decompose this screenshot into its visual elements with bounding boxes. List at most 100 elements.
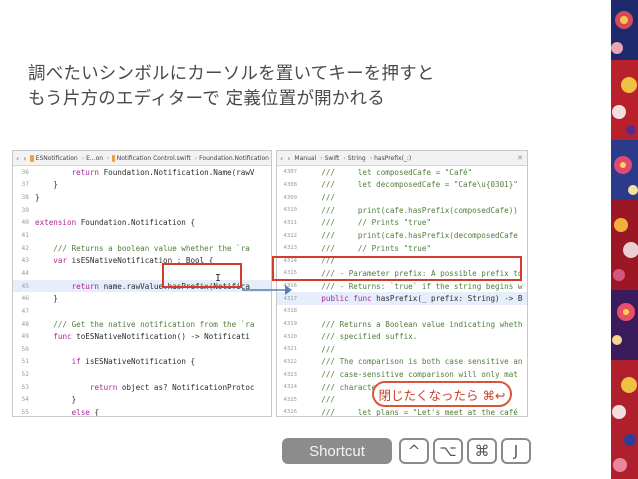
code-line[interactable]: 46 }	[13, 292, 271, 305]
right-editor-pane[interactable]: ‹ › Manual › Swift › String › hasPrefix(…	[276, 150, 528, 417]
code-line[interactable]: 4310 /// print(cafe.hasPrefix(composedCa…	[277, 204, 527, 217]
code-line[interactable]: 4318	[277, 305, 527, 318]
code-text[interactable]: var isESNativeNotification : Bool {	[35, 256, 213, 265]
code-text[interactable]: ///	[303, 193, 335, 202]
code-text[interactable]: /// Returns a Boolean value indicating w…	[303, 320, 522, 329]
code-line[interactable]: 4326 /// let plans = "Let's meet at the …	[277, 406, 527, 416]
back-chevron-icon[interactable]: ‹	[16, 154, 19, 163]
code-text[interactable]: /// let decomposedCafe = "Cafe\u{0301}"	[303, 180, 518, 189]
breadcrumb-item[interactable]: Foundation.Notification	[199, 155, 269, 162]
code-line[interactable]: 41	[13, 229, 271, 242]
breadcrumb-item[interactable]: ESNotification	[36, 155, 78, 162]
line-number: 41	[21, 232, 29, 240]
code-text[interactable]: return Foundation.Notification.Name(rawV	[35, 168, 255, 177]
left-code-area[interactable]: 36 return Foundation.Notification.Name(r…	[13, 166, 271, 416]
code-text[interactable]: func toESNativeNotification() -> Notific…	[35, 332, 250, 341]
code-text[interactable]: if isESNativeNotification {	[35, 357, 195, 366]
back-chevron-icon[interactable]: ‹	[280, 154, 283, 163]
code-text[interactable]: /// Returns a boolean value whether the …	[35, 244, 250, 253]
code-text[interactable]: }	[35, 294, 58, 303]
code-line[interactable]: 50	[13, 343, 271, 356]
code-text[interactable]: }	[35, 180, 58, 189]
line-number: 4317	[283, 295, 297, 302]
line-number: 4318	[283, 308, 297, 315]
line-number: 4309	[283, 194, 297, 201]
code-text[interactable]: /// let plans = "Let's meet at the café	[303, 408, 518, 416]
code-text[interactable]: /// case-sensitive comparison will only …	[303, 370, 518, 379]
code-line[interactable]: 4315 /// - Parameter prefix: A possible …	[277, 267, 527, 280]
code-line[interactable]: 37 }	[13, 179, 271, 192]
forward-chevron-icon[interactable]: ›	[287, 154, 290, 163]
code-line[interactable]: 44	[13, 267, 271, 280]
breadcrumb-item[interactable]: E...on	[86, 155, 103, 162]
code-line[interactable]: 4314 ///	[277, 254, 527, 267]
code-text[interactable]: /// Get the native notification from the…	[35, 320, 254, 329]
code-text[interactable]: /// // Prints "true"	[303, 244, 431, 253]
code-line[interactable]: 4317 public func hasPrefix(_ prefix: Str…	[277, 292, 527, 306]
right-code-area[interactable]: 4307 /// let composedCafe = "Café" 4308 /…	[277, 166, 527, 416]
code-text[interactable]: ///	[303, 395, 335, 404]
code-text[interactable]: return object as? NotificationProtoc	[35, 383, 255, 392]
breadcrumb-item[interactable]: Manual	[294, 155, 316, 162]
code-text[interactable]: else {	[35, 408, 99, 416]
code-line[interactable]: 53 return object as? NotificationProtoc	[13, 381, 271, 394]
breadcrumb-item[interactable]: hasPrefix(_:)	[374, 155, 411, 162]
swift-file-icon	[30, 154, 34, 162]
code-line[interactable]: 55 else {	[13, 406, 271, 416]
code-line[interactable]: 39	[13, 204, 271, 217]
code-text[interactable]: public func hasPrefix(_ prefix: String) …	[303, 294, 522, 303]
code-line[interactable]: 4319 /// Returns a Boolean value indicat…	[277, 318, 527, 331]
code-line[interactable]: 36 return Foundation.Notification.Name(r…	[13, 166, 271, 179]
code-line[interactable]: 38}	[13, 191, 271, 204]
code-line[interactable]: 51 if isESNativeNotification {	[13, 356, 271, 369]
code-text[interactable]: /// // Prints "true"	[303, 218, 431, 227]
code-text[interactable]: /// print(cafe.hasPrefix(decomposedCafe	[303, 231, 518, 240]
line-number: 4320	[283, 333, 297, 340]
code-line[interactable]: 54 }	[13, 394, 271, 407]
code-line[interactable]: 4312 /// print(cafe.hasPrefix(decomposed…	[277, 229, 527, 242]
line-number: 52	[21, 371, 29, 379]
line-number: 4323	[283, 371, 297, 378]
line-number: 51	[21, 358, 29, 366]
forward-chevron-icon[interactable]: ›	[23, 154, 26, 163]
code-line[interactable]: 43 var isESNativeNotification : Bool {	[13, 254, 271, 267]
code-line[interactable]: 49 func toESNativeNotification() -> Noti…	[13, 330, 271, 343]
code-text[interactable]: }	[35, 193, 40, 202]
breadcrumb-item[interactable]: Notification Control.swift	[117, 155, 191, 162]
line-number: 54	[21, 396, 29, 404]
code-line[interactable]: 52	[13, 368, 271, 381]
code-text[interactable]: /// let composedCafe = "Café"	[303, 168, 472, 177]
code-line[interactable]: 4323 /// case-sensitive comparison will …	[277, 368, 527, 381]
code-line[interactable]: 4308 /// let decomposedCafe = "Cafe\u{03…	[277, 179, 527, 192]
code-line[interactable]: 4322 /// The comparison is both case sen…	[277, 356, 527, 369]
breadcrumb-item[interactable]: Swift	[325, 155, 340, 162]
code-text[interactable]: ///	[303, 256, 335, 265]
code-line[interactable]: 40 extension Foundation.Notification {	[13, 217, 271, 230]
decorative-pattern-strip	[611, 0, 638, 479]
code-line[interactable]: 4320 /// specified suffix.	[277, 330, 527, 343]
line-number: 50	[21, 345, 29, 353]
code-text[interactable]: /// print(cafe.hasPrefix(composedCafe))	[303, 206, 518, 215]
breadcrumb-item[interactable]: String	[348, 155, 366, 162]
code-line[interactable]: 4321 ///	[277, 343, 527, 356]
code-line[interactable]: 47	[13, 305, 271, 318]
code-line[interactable]: 48 /// Get the native notification from …	[13, 318, 271, 331]
code-text[interactable]: }	[35, 395, 77, 404]
code-text[interactable]: extension Foundation.Notification {	[35, 218, 195, 227]
code-text[interactable]: /// The comparison is both case sensitiv…	[303, 357, 522, 366]
close-editor-icon[interactable]: ✕	[517, 154, 523, 162]
code-line[interactable]: 4313 /// // Prints "true"	[277, 242, 527, 255]
code-text[interactable]: /// - Returns: `true` if the string begi…	[303, 282, 522, 291]
code-line[interactable]: 4309 ///	[277, 191, 527, 204]
code-line[interactable]: 45 return name.rawValue.hasPrefix(Notifi…	[13, 279, 271, 293]
code-line[interactable]: 4316 /// - Returns: `true` if the string…	[277, 280, 527, 293]
code-text[interactable]: ///	[303, 345, 335, 354]
left-editor-pane[interactable]: ‹ › ESNotification › E...on › Notificati…	[12, 150, 272, 417]
line-number: 53	[21, 383, 29, 391]
code-text[interactable]: /// - Parameter prefix: A possible prefi…	[303, 269, 522, 278]
code-line[interactable]: 42 /// Returns a boolean value whether t…	[13, 242, 271, 255]
code-line[interactable]: 4307 /// let composedCafe = "Café"	[277, 166, 527, 179]
code-line[interactable]: 4311 /// // Prints "true"	[277, 217, 527, 230]
shortcut-label: Shortcut	[282, 438, 392, 464]
code-text[interactable]: /// specified suffix.	[303, 332, 417, 341]
